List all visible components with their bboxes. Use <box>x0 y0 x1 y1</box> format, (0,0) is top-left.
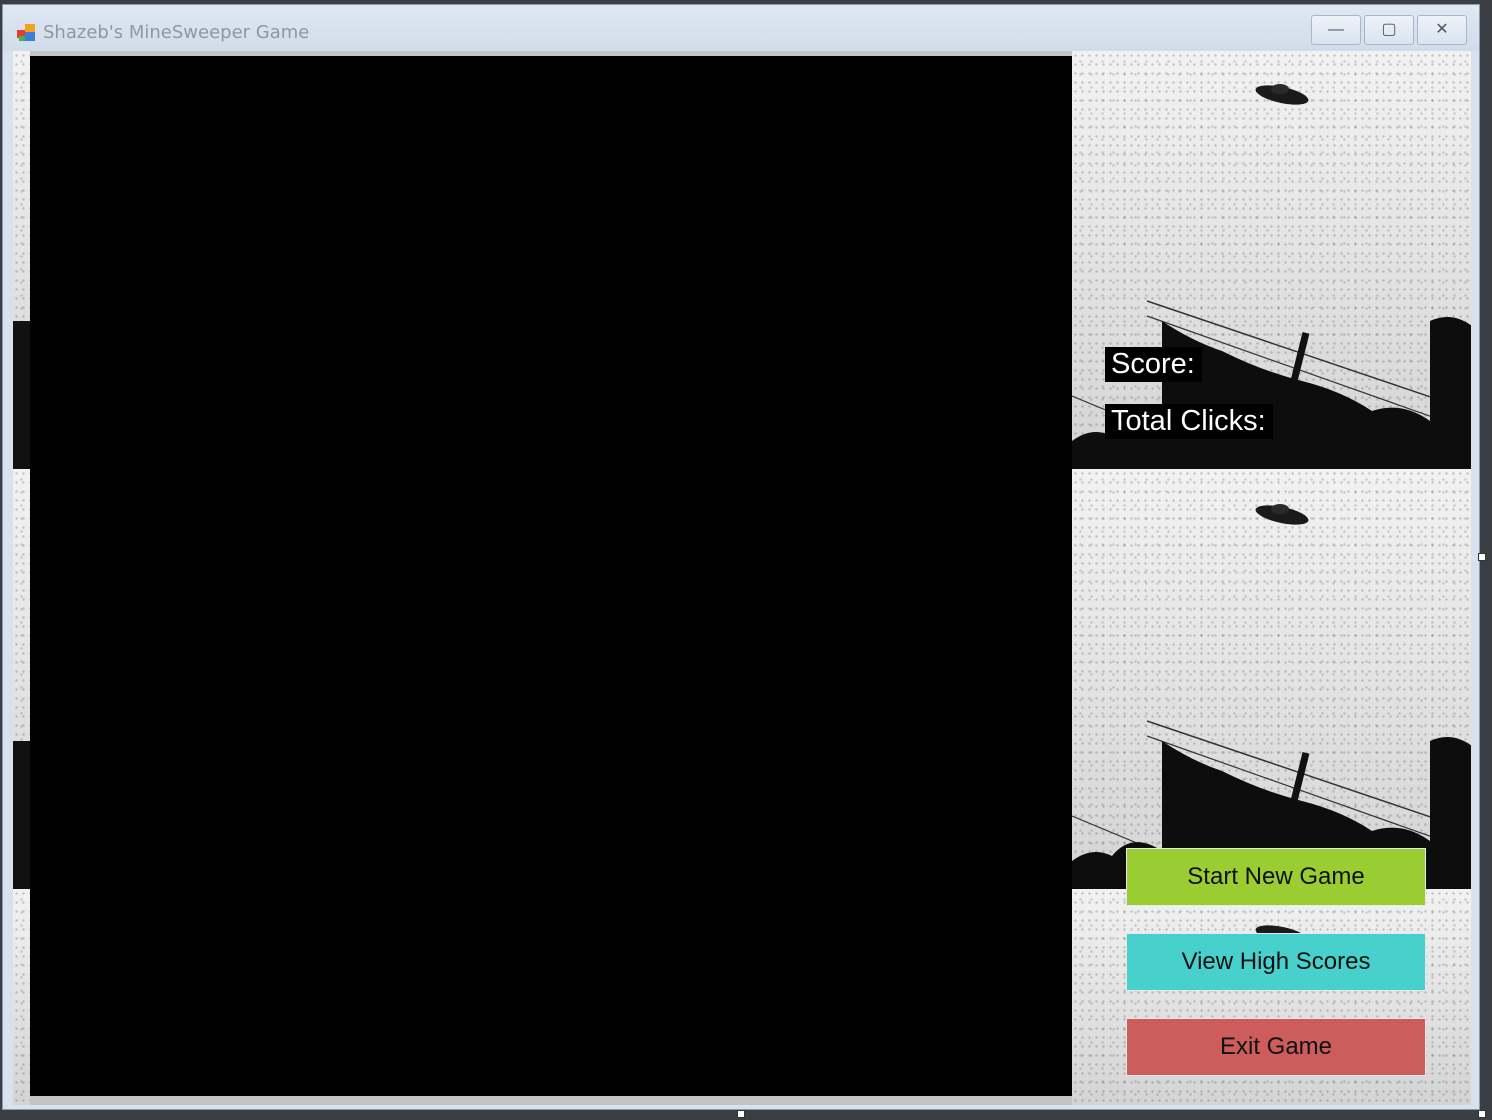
title-bar[interactable]: Shazeb's MineSweeper Game — ▢ ✕ <box>3 5 1479 51</box>
minimize-button[interactable]: — <box>1311 15 1361 45</box>
resize-handle-bottom[interactable] <box>737 1110 745 1118</box>
minimize-icon: — <box>1328 21 1344 38</box>
close-icon: ✕ <box>1435 21 1449 38</box>
ufo-photo-icon <box>13 469 30 889</box>
resize-handle-corner[interactable] <box>1478 1110 1486 1118</box>
total-clicks-label: Total Clicks: <box>1105 404 1273 439</box>
maximize-icon: ▢ <box>1381 21 1397 38</box>
resize-handle-right[interactable] <box>1478 553 1486 561</box>
close-button[interactable]: ✕ <box>1417 15 1467 45</box>
ufo-photo-icon <box>13 51 30 469</box>
minesweeper-board[interactable] <box>30 56 1072 1096</box>
score-label: Score: <box>1105 347 1202 382</box>
app-window: Shazeb's MineSweeper Game — ▢ ✕ Score: T… <box>2 4 1480 1110</box>
ufo-photo-icon <box>1072 469 1471 889</box>
view-high-scores-button[interactable]: View High Scores <box>1126 933 1426 991</box>
exit-game-button[interactable]: Exit Game <box>1126 1018 1426 1076</box>
form-client-area: Score: Total Clicks: Start New Game View… <box>13 51 1471 1105</box>
window-title: Shazeb's MineSweeper Game <box>43 22 310 43</box>
maximize-button[interactable]: ▢ <box>1364 15 1414 45</box>
ufo-photo-icon <box>13 889 30 1105</box>
app-icon <box>17 22 37 42</box>
start-new-game-button[interactable]: Start New Game <box>1126 848 1426 906</box>
